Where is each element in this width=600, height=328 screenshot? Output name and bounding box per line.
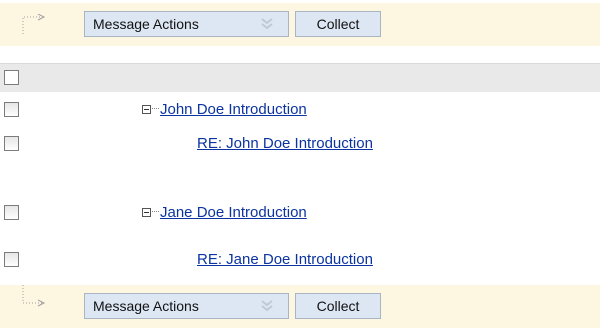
collect-button[interactable]: Collect [295,11,381,37]
double-chevron-down-icon [261,18,273,30]
thread-item: John Doe Introduction [142,98,307,120]
collect-button[interactable]: Collect [295,293,381,319]
select-all-checkbox[interactable] [4,70,19,85]
reply-item: RE: Jane Doe Introduction [197,248,373,270]
dotted-arrow-down-right-icon [22,14,46,34]
collect-label: Collect [316,16,360,32]
row-checkbox[interactable] [4,205,19,220]
row-checkbox[interactable] [4,102,19,117]
row-checkbox[interactable] [4,136,19,151]
dotted-arrow-up-right-icon [22,285,46,307]
message-actions-button[interactable]: Message Actions [84,293,289,319]
message-actions-label: Message Actions [93,298,199,314]
table-row: John Doe Introduction [0,92,600,126]
reply-link[interactable]: RE: Jane Doe Introduction [197,251,373,268]
table-row: RE: John Doe Introduction [0,126,600,160]
message-actions-button[interactable]: Message Actions [84,11,289,37]
table-row: Jane Doe Introduction [0,195,600,229]
table-row: RE: Jane Doe Introduction [0,242,600,276]
table-header-row [0,63,600,92]
collect-label: Collect [316,298,360,314]
double-chevron-down-icon [261,300,273,312]
thread-link[interactable]: Jane Doe Introduction [160,204,307,221]
collapse-thread-icon[interactable] [142,104,151,114]
message-actions-label: Message Actions [93,16,199,32]
reply-link[interactable]: RE: John Doe Introduction [197,135,373,152]
tree-connector [152,108,159,110]
reply-item: RE: John Doe Introduction [197,132,373,154]
thread-link[interactable]: John Doe Introduction [160,101,307,118]
thread-item: Jane Doe Introduction [142,201,307,223]
row-checkbox[interactable] [4,252,19,267]
collapse-thread-icon[interactable] [142,207,151,217]
top-action-bar: Message Actions Collect [0,3,600,46]
bottom-action-bar: Message Actions Collect [0,285,600,328]
tree-connector [152,211,159,213]
